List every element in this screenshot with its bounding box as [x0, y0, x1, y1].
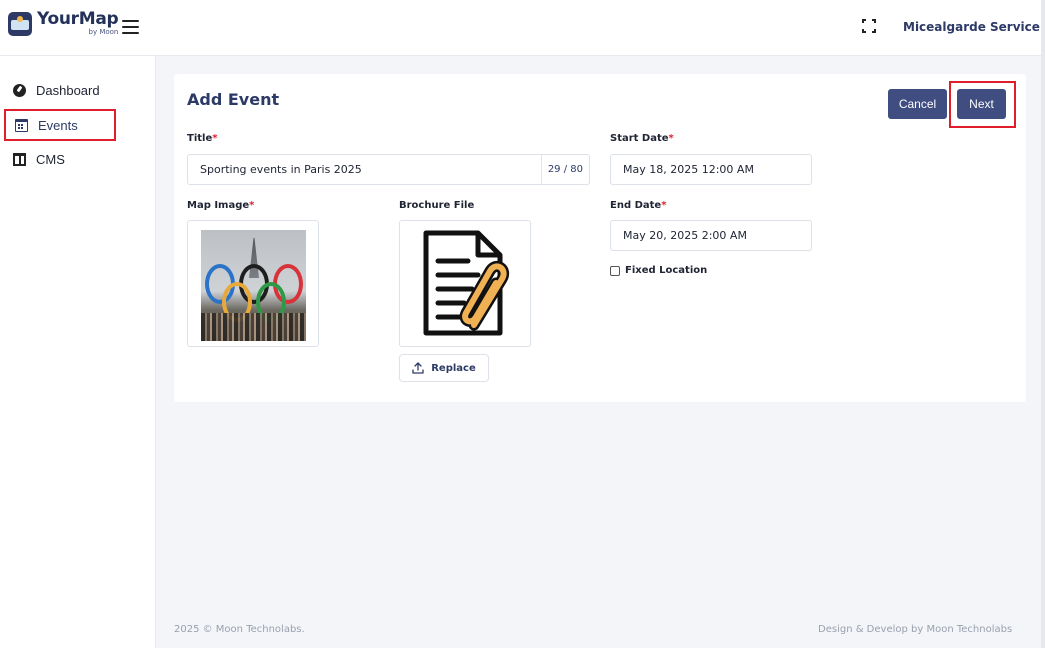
- calendar-icon: [15, 118, 28, 132]
- title-char-counter: 29 / 80: [540, 155, 589, 184]
- start-date-value: May 18, 2025 12:00 AM: [623, 163, 754, 176]
- page-scrollbar[interactable]: [1041, 0, 1045, 648]
- map-logo-icon: [8, 11, 32, 36]
- fixed-location-label[interactable]: Fixed Location: [625, 265, 707, 276]
- start-date-label: Start Date*: [610, 133, 674, 144]
- sidebar-item-events[interactable]: Events: [4, 109, 116, 141]
- sidebar: Dashboard Events CMS: [0, 56, 156, 648]
- end-date-value: May 20, 2025 2:00 AM: [623, 229, 747, 242]
- next-button[interactable]: Next: [957, 89, 1006, 119]
- logo-subtitle: by Moon: [88, 28, 119, 36]
- sidebar-item-cms[interactable]: CMS: [4, 143, 116, 175]
- title-field[interactable]: 29 / 80: [187, 154, 590, 185]
- title-input[interactable]: [200, 163, 589, 176]
- map-image-preview[interactable]: [187, 220, 319, 347]
- title-label: Title*: [187, 133, 218, 144]
- dashboard-icon: [13, 83, 26, 97]
- footer-credit: Design & Develop by Moon Technolabs: [818, 624, 1013, 635]
- sidebar-item-label: Dashboard: [36, 82, 100, 98]
- menu-toggle-icon[interactable]: [122, 20, 139, 34]
- sidebar-item-label: CMS: [36, 151, 65, 167]
- sidebar-item-dashboard[interactable]: Dashboard: [4, 74, 116, 106]
- add-event-card: Add Event Cancel Next Title* 29 / 80 Sta…: [174, 74, 1026, 402]
- footer-copyright: 2025 © Moon Technolabs.: [174, 624, 305, 635]
- brochure-file-label: Brochure File: [399, 200, 475, 211]
- user-menu[interactable]: Micealgarde Service: [903, 20, 1040, 34]
- fullscreen-icon[interactable]: [862, 19, 876, 33]
- upload-icon: [412, 362, 424, 374]
- replace-button[interactable]: Replace: [399, 354, 489, 382]
- sidebar-item-label: Events: [38, 117, 78, 133]
- top-header: YourMap by Moon Micealgarde Service: [0, 0, 1045, 56]
- end-date-label: End Date*: [610, 200, 667, 211]
- cms-icon: [13, 152, 26, 166]
- app-logo[interactable]: YourMap by Moon: [8, 9, 119, 36]
- start-date-field[interactable]: May 18, 2025 12:00 AM: [610, 154, 812, 185]
- document-attachment-icon: [423, 230, 509, 336]
- fixed-location-checkbox[interactable]: [610, 266, 620, 276]
- map-image-label: Map Image*: [187, 200, 255, 211]
- logo-text: YourMap by Moon: [37, 9, 119, 36]
- end-date-field[interactable]: May 20, 2025 2:00 AM: [610, 220, 812, 251]
- replace-label: Replace: [431, 362, 476, 374]
- logo-title: YourMap: [37, 9, 119, 29]
- olympic-rings-image: [201, 230, 306, 341]
- brochure-file-preview[interactable]: [399, 220, 531, 347]
- cancel-button[interactable]: Cancel: [888, 89, 947, 119]
- page-title: Add Event: [187, 90, 280, 109]
